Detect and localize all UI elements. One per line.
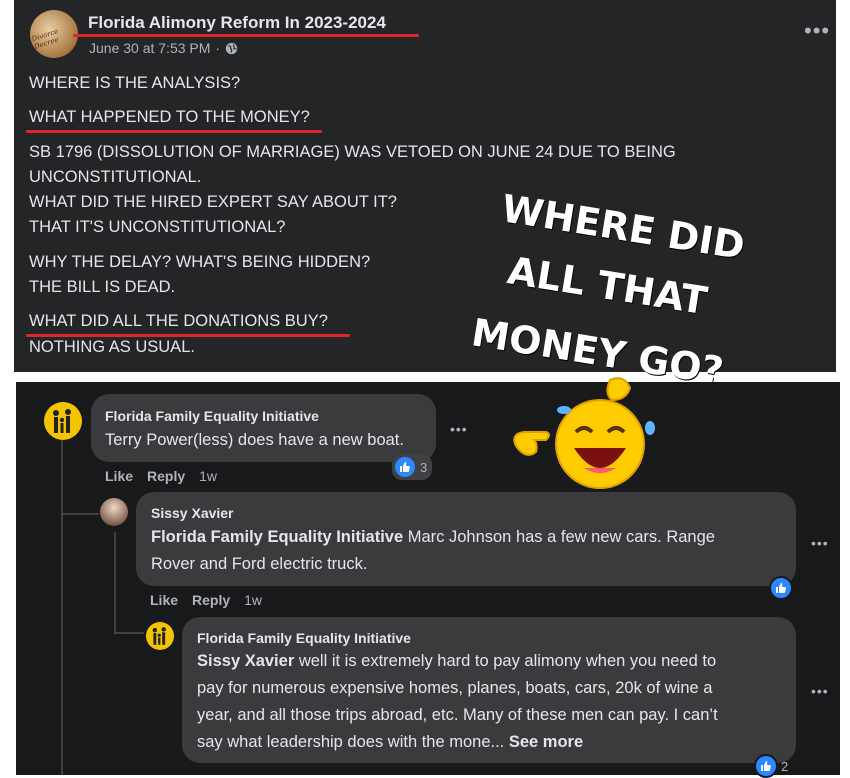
comment-author[interactable]: Florida Family Equality Initiative: [197, 630, 411, 646]
post-line: NOTHING AS USUAL.: [29, 338, 195, 356]
thread-connector: [114, 632, 144, 634]
callout-line: ALL THAT: [504, 248, 711, 324]
like-link[interactable]: Like: [105, 468, 133, 484]
family-silhouette-icon: [53, 409, 71, 433]
post-timestamp[interactable]: June 30 at 7:53 PM: [89, 40, 210, 56]
facebook-post: Divorce Decree Florida Alimony Reform In…: [14, 0, 836, 393]
comment-actions: Like Reply 1w: [105, 468, 217, 484]
avatar-label: Divorce Decree: [30, 27, 60, 52]
thread-line: [61, 438, 63, 775]
mention-link[interactable]: Sissy Xavier: [197, 652, 294, 670]
reply-link[interactable]: Reply: [192, 592, 230, 608]
see-more-link[interactable]: See more: [509, 733, 583, 751]
comment-actions: Like Reply 1w: [150, 592, 262, 608]
like-reaction-icon: [393, 455, 417, 479]
comment-text-part: well it is extremely hard to pay alimony…: [294, 652, 717, 670]
reaction-badge[interactable]: [769, 576, 793, 600]
comments-section: Florida Family Equality Initiative Terry…: [16, 377, 840, 778]
comment-time[interactable]: 1w: [199, 468, 217, 484]
comment-author[interactable]: Florida Family Equality Initiative: [105, 408, 319, 424]
post-line: UNCONSTITUTIONAL.: [29, 168, 202, 186]
post-line: WHAT HAPPENED TO THE MONEY?: [29, 108, 310, 126]
reaction-number: 2: [781, 758, 789, 774]
laughing-emoji-icon: [513, 377, 655, 489]
comment-more-icon[interactable]: •••: [811, 684, 829, 698]
page-name-underline: [73, 34, 419, 37]
comment-author[interactable]: Sissy Xavier: [151, 505, 234, 521]
comment-text-part: year, and all those trips abroad, etc. M…: [197, 706, 718, 724]
family-silhouette-icon: [152, 627, 166, 645]
post-line: WHY THE DELAY? WHAT'S BEING HIDDEN?: [29, 253, 371, 271]
mention-link[interactable]: Florida Family Equality Initiative: [151, 528, 403, 546]
reaction-count[interactable]: 2: [754, 754, 788, 778]
line-underline: [26, 130, 322, 133]
thread-line: [114, 532, 116, 632]
thread-connector: [61, 513, 99, 515]
post-line: THAT IT'S UNCONSTITUTIONAL?: [29, 218, 286, 236]
comment-text-part: Marc Johnson has a few new cars. Range: [403, 528, 715, 546]
post-line: WHERE IS THE ANALYSIS?: [29, 74, 241, 92]
reply-link[interactable]: Reply: [147, 468, 185, 484]
like-link[interactable]: Like: [150, 592, 178, 608]
reaction-count[interactable]: 3: [392, 454, 433, 480]
page-avatar[interactable]: Divorce Decree: [30, 10, 78, 58]
reaction-number: 3: [420, 459, 428, 475]
comment-text-part: Rover and Ford electric truck.: [151, 555, 368, 573]
post-meta: June 30 at 7:53 PM ·: [89, 40, 238, 56]
globe-icon: [225, 42, 238, 54]
commenter-avatar[interactable]: [44, 402, 82, 440]
comment-more-icon[interactable]: •••: [450, 422, 468, 436]
like-reaction-icon: [754, 754, 778, 778]
comment-time[interactable]: 1w: [244, 592, 262, 608]
comment-text-part: pay for numerous expensive homes, planes…: [197, 679, 713, 697]
commenter-avatar[interactable]: [100, 498, 128, 526]
commenter-avatar[interactable]: [146, 622, 174, 650]
post-more-icon[interactable]: •••: [804, 20, 830, 42]
comment-text: Terry Power(less) does have a new boat.: [105, 431, 404, 449]
comment-text: Florida Family Equality Initiative Marc …: [151, 524, 781, 578]
like-reaction-icon: [769, 576, 793, 600]
page-name-link[interactable]: Florida Alimony Reform In 2023-2024: [88, 13, 386, 33]
post-line: WHAT DID THE HIRED EXPERT SAY ABOUT IT?: [29, 193, 397, 211]
line-underline: [26, 334, 350, 337]
post-line: SB 1796 (DISSOLUTION OF MARRIAGE) WAS VE…: [29, 143, 676, 161]
meta-separator: ·: [215, 40, 221, 56]
comment-text-part: say what leadership does with the mone..…: [197, 733, 505, 751]
comment-text: Sissy Xavier well it is extremely hard t…: [197, 648, 787, 756]
post-line: THE BILL IS DEAD.: [29, 278, 176, 296]
comment-more-icon[interactable]: •••: [811, 536, 829, 550]
post-line: WHAT DID ALL THE DONATIONS BUY?: [29, 312, 328, 330]
